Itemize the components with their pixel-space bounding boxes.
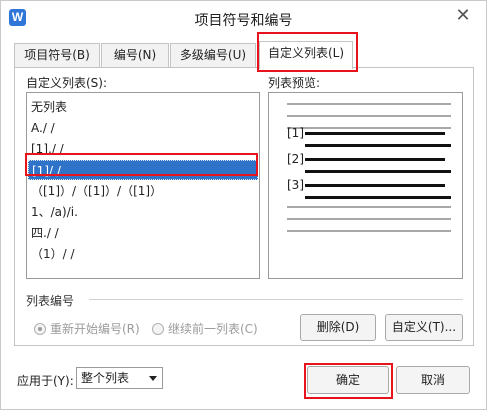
list-item[interactable]: （[1]）/（[1]）/（[1]） xyxy=(28,181,258,201)
preview-line xyxy=(287,206,451,208)
delete-button[interactable]: 删除(D) xyxy=(300,314,376,341)
preview-marker-2: [2] xyxy=(287,152,304,166)
preview-line xyxy=(305,184,445,187)
custom-list-box[interactable]: 无列表 A./ / [1]./ / [1]/ / （[1]）/（[1]）/（[1… xyxy=(26,92,260,279)
list-item[interactable]: A./ / xyxy=(28,118,258,138)
continue-list-radio[interactable]: 继续前一列表(C) xyxy=(152,320,258,337)
tab-multilevel[interactable]: 多级编号(U) xyxy=(170,43,256,67)
dialog-title: 项目符号和编号 xyxy=(194,13,293,29)
apply-to-label: 应用于(Y): xyxy=(17,374,74,388)
list-item[interactable]: [1]./ / xyxy=(28,139,258,159)
apply-to-value: 整个列表 xyxy=(81,371,130,385)
custom-list-label: 自定义列表(S): xyxy=(26,76,108,90)
radio-unchecked-icon xyxy=(152,322,164,335)
dropdown-arrow-icon xyxy=(149,376,157,381)
close-button[interactable]: ✕ xyxy=(440,1,486,31)
ok-button[interactable]: 确定 xyxy=(307,366,389,394)
preview-line xyxy=(287,103,451,105)
radio-checked-icon xyxy=(34,322,46,335)
preview-marker-3: [3] xyxy=(287,178,304,192)
cancel-button[interactable]: 取消 xyxy=(396,366,470,394)
preview-line xyxy=(287,230,451,232)
list-item[interactable]: 无列表 xyxy=(28,97,258,117)
close-icon: ✕ xyxy=(455,5,471,26)
list-preview: [1] [2] [3] xyxy=(268,92,463,279)
preview-label: 列表预览: xyxy=(268,76,321,90)
tab-panel: 自定义列表(S): 列表预览: 无列表 A./ / [1]./ / [1]/ /… xyxy=(14,67,474,346)
list-item-selected[interactable]: [1]/ / xyxy=(28,160,258,180)
preview-line xyxy=(287,218,451,220)
preview-line xyxy=(305,196,451,199)
group-divider xyxy=(89,299,463,300)
restart-numbering-label: 重新开始编号(R) xyxy=(50,322,140,336)
restart-numbering-radio[interactable]: 重新开始编号(R) xyxy=(34,320,140,337)
preview-line xyxy=(305,132,445,135)
list-item[interactable]: 1、/a)/i. xyxy=(28,202,258,222)
preview-line xyxy=(305,158,445,161)
list-item[interactable]: 四./ / xyxy=(28,223,258,243)
preview-line xyxy=(305,144,451,147)
preview-line xyxy=(287,127,451,129)
list-item[interactable]: （1）/ / xyxy=(28,244,258,264)
title-bar: W 项目符号和编号 ✕ xyxy=(1,1,486,37)
tab-custom-list[interactable]: 自定义列表(L) xyxy=(259,41,353,69)
preview-line xyxy=(287,115,451,117)
tab-numbering[interactable]: 编号(N) xyxy=(101,43,169,67)
preview-marker-1: [1] xyxy=(287,126,304,140)
numbering-group-label: 列表编号 xyxy=(26,294,75,308)
apply-to-select[interactable]: 整个列表 xyxy=(76,367,163,389)
bullets-and-numbering-dialog: W 项目符号和编号 ✕ 项目符号(B) 编号(N) 多级编号(U) 自定义列表(… xyxy=(0,0,487,410)
customize-button[interactable]: 自定义(T)... xyxy=(385,314,463,341)
preview-line xyxy=(305,170,451,173)
tab-bullets[interactable]: 项目符号(B) xyxy=(14,43,100,67)
continue-list-label: 继续前一列表(C) xyxy=(168,322,258,336)
